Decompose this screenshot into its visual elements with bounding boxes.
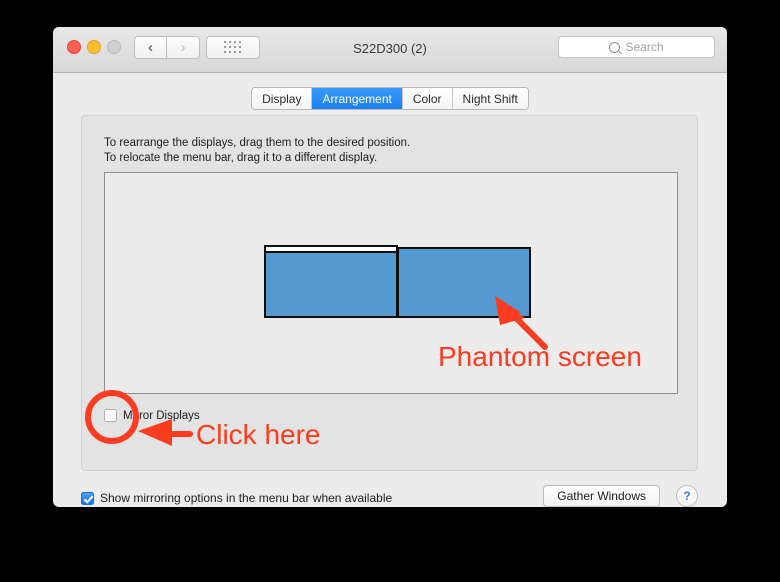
show-mirroring-checkbox[interactable] <box>81 491 94 505</box>
search-field[interactable]: Search <box>558 36 715 58</box>
annotation-click-here: Click here <box>196 419 321 450</box>
menu-bar-strip[interactable] <box>266 247 396 253</box>
system-preferences-window: ‹ › S22D300 (2) Search Display Arrangeme… <box>53 27 727 507</box>
instruction-line-1: To rearrange the displays, drag them to … <box>104 137 411 149</box>
help-button[interactable]: ? <box>676 485 698 507</box>
mirror-displays-checkbox[interactable] <box>104 409 117 422</box>
tab-arrangement[interactable]: Arrangement <box>312 88 403 109</box>
tab-night-shift[interactable]: Night Shift <box>452 88 528 109</box>
phantom-display-thumbnail[interactable] <box>397 247 531 318</box>
tab-color[interactable]: Color <box>402 88 453 109</box>
instruction-line-2: To relocate the menu bar, drag it to a d… <box>104 152 378 164</box>
tab-display[interactable]: Display <box>252 88 313 109</box>
primary-display-thumbnail[interactable] <box>264 245 398 318</box>
window-bottom-bar: Show mirroring options in the menu bar w… <box>81 485 698 507</box>
search-icon <box>609 41 621 53</box>
tab-bar: Display Arrangement Color Night Shift <box>53 87 727 110</box>
gather-windows-button[interactable]: Gather Windows <box>543 485 660 507</box>
show-mirroring-label: Show mirroring options in the menu bar w… <box>100 491 393 505</box>
arrangement-panel: To rearrange the displays, drag them to … <box>81 115 698 471</box>
mirror-displays-row[interactable]: Mirror Displays <box>104 409 200 422</box>
screenshot-root: ‹ › S22D300 (2) Search Display Arrangeme… <box>0 0 780 582</box>
search-placeholder: Search <box>625 40 664 54</box>
window-titlebar: ‹ › S22D300 (2) Search <box>53 27 727 73</box>
annotation-phantom-screen: Phantom screen <box>438 341 642 372</box>
mirror-displays-label: Mirror Displays <box>123 409 200 422</box>
instructions: To rearrange the displays, drag them to … <box>104 136 410 166</box>
